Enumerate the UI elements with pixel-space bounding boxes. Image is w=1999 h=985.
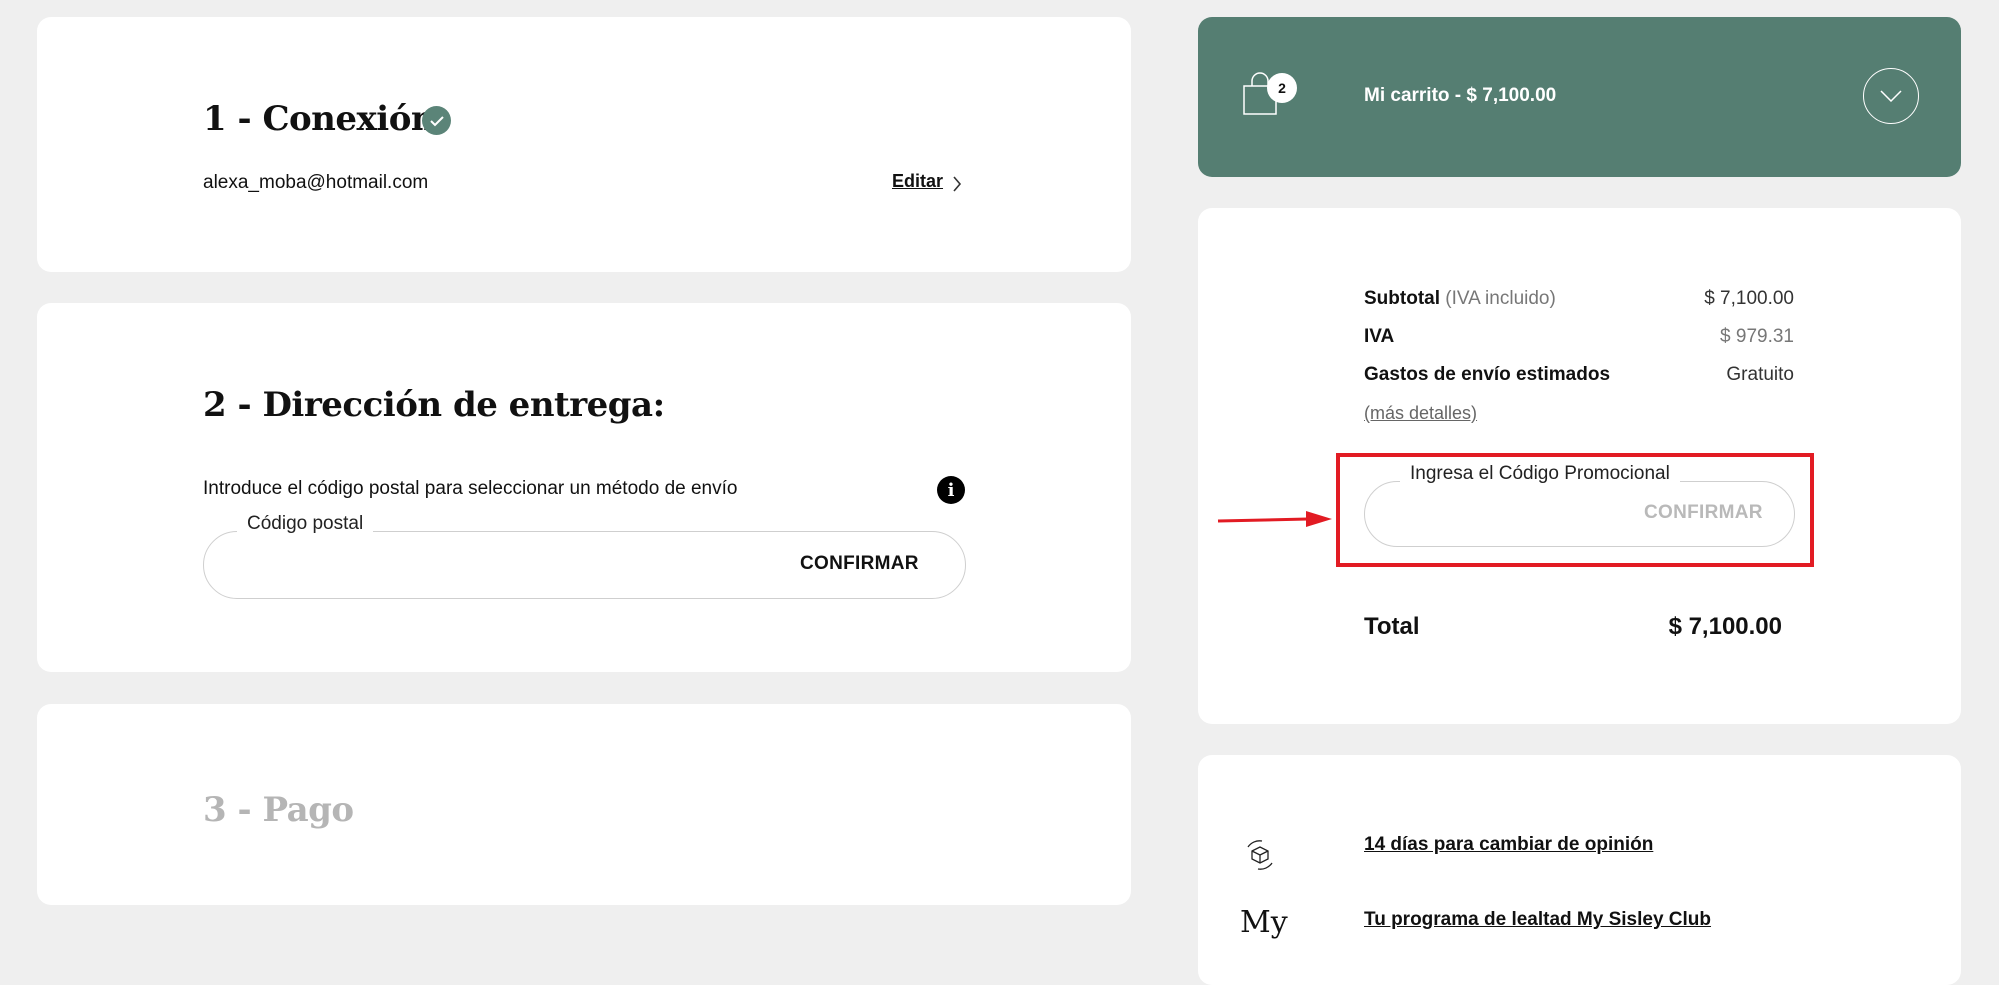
promo-code-label: Ingresa el Código Promocional <box>1400 463 1680 485</box>
iva-row: IVA $ 979.31 <box>1364 326 1794 348</box>
return-policy-link[interactable]: 14 días para cambiar de opinión <box>1364 834 1653 856</box>
iva-label: IVA <box>1364 326 1395 347</box>
user-email: alexa_moba@hotmail.com <box>203 172 429 193</box>
payment-title: 3 - Pago <box>203 790 354 830</box>
edit-link[interactable]: Editar <box>892 171 943 192</box>
total-row: Total $ 7,100.00 <box>1364 613 1782 641</box>
total-label: Total <box>1364 613 1420 640</box>
payment-card: 3 - Pago <box>37 704 1131 905</box>
iva-value: $ 979.31 <box>1720 326 1794 347</box>
check-icon <box>422 106 451 135</box>
more-details-link[interactable]: (más detalles) <box>1364 403 1477 424</box>
order-summary: Subtotal (IVA incluido) $ 7,100.00 IVA $… <box>1198 208 1961 724</box>
shipping-row: Gastos de envío estimados Gratuito <box>1364 364 1794 386</box>
subtotal-note: (IVA incluido) <box>1445 288 1556 309</box>
connection-card: 1 - Conexión alexa_moba@hotmail.com Edit… <box>37 17 1131 272</box>
chevron-down-icon <box>1880 90 1902 102</box>
cart-count-badge: 2 <box>1267 73 1297 103</box>
postal-code-label: Código postal <box>237 513 374 535</box>
subtotal-value: $ 7,100.00 <box>1704 288 1794 309</box>
postal-confirm-button[interactable]: CONFIRMAR <box>800 553 919 575</box>
red-arrow-annotation <box>1217 511 1332 527</box>
delivery-card: 2 - Dirección de entrega: Introduce el c… <box>37 303 1131 672</box>
promo-confirm-button[interactable]: CONFIRMAR <box>1644 502 1763 524</box>
loyalty-icon: My <box>1240 905 1288 940</box>
delivery-intro: Introduce el código postal para seleccio… <box>203 478 738 499</box>
info-card: 14 días para cambiar de opinión My Tu pr… <box>1198 755 1961 985</box>
total-value: $ 7,100.00 <box>1668 613 1782 640</box>
loyalty-program-link[interactable]: Tu programa de lealtad My Sisley Club <box>1364 909 1711 931</box>
connection-title: 1 - Conexión <box>203 99 436 139</box>
shipping-label: Gastos de envío estimados <box>1364 364 1611 385</box>
cart-title: Mi carrito - $ 7,100.00 <box>1364 85 1557 106</box>
return-box-icon <box>1247 840 1273 870</box>
expand-cart-button[interactable] <box>1863 68 1919 124</box>
info-icon[interactable]: i <box>937 476 965 504</box>
subtotal-label: Subtotal <box>1364 288 1440 309</box>
shipping-value: Gratuito <box>1726 364 1794 385</box>
chevron-right-icon <box>952 175 962 198</box>
subtotal-row: Subtotal (IVA incluido) $ 7,100.00 <box>1364 288 1794 310</box>
delivery-title: 2 - Dirección de entrega: <box>203 385 665 425</box>
cart-header[interactable]: 2 Mi carrito - $ 7,100.00 <box>1198 17 1961 177</box>
